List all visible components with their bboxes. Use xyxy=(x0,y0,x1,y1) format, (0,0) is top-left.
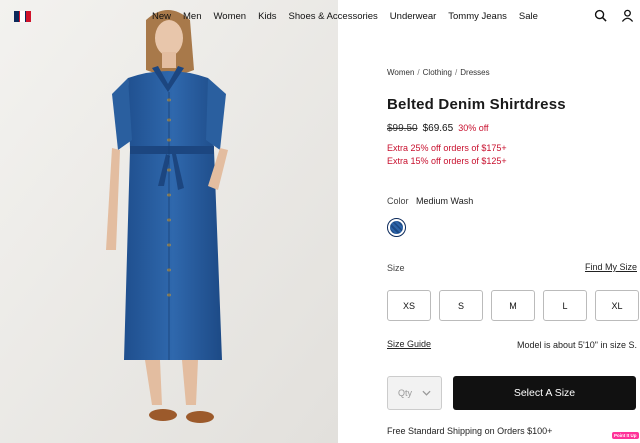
breadcrumb-item-women[interactable]: Women xyxy=(387,68,414,77)
size-option-xl[interactable]: XL xyxy=(595,290,639,321)
promo-message: Extra 25% off orders of $175+ xyxy=(387,143,507,153)
nav-item-kids[interactable]: Kids xyxy=(258,11,276,22)
quantity-placeholder: Qty xyxy=(398,388,413,398)
model-info: Model is about 5'10" in size S. xyxy=(517,340,637,350)
discount-label: 30% off xyxy=(458,123,489,133)
product-title: Belted Denim Shirtdress xyxy=(387,96,566,113)
chevron-down-icon xyxy=(422,390,431,396)
main-nav: New Men Women Kids Shoes & Accessories U… xyxy=(152,11,550,22)
color-label: Color xyxy=(387,196,409,206)
promo-message: Extra 15% off orders of $125+ xyxy=(387,156,507,166)
nav-item-new[interactable]: New xyxy=(152,11,171,22)
nav-item-sale[interactable]: Sale xyxy=(519,11,538,22)
nav-item-shoes-accessories[interactable]: Shoes & Accessories xyxy=(289,11,378,22)
price-row: $99.50 $69.65 30% off xyxy=(387,123,489,134)
breadcrumb: Women / Clothing / Dresses xyxy=(387,68,490,77)
nav-item-tommy-jeans[interactable]: Tommy Jeans xyxy=(448,11,507,22)
feedback-badge[interactable]: Point It Up xyxy=(612,432,639,439)
product-details-panel: Women / Clothing / Dresses Belted Denim Shir… xyxy=(387,0,639,443)
breadcrumb-item-dresses[interactable]: Dresses xyxy=(460,68,489,77)
color-swatch-medium-wash[interactable] xyxy=(387,218,406,237)
color-selector-label: Color Medium Wash xyxy=(387,196,473,206)
color-value: Medium Wash xyxy=(416,196,474,206)
nav-item-women[interactable]: Women xyxy=(214,11,247,22)
breadcrumb-item-clothing[interactable]: Clothing xyxy=(423,68,452,77)
search-icon[interactable] xyxy=(594,9,607,22)
size-option-l[interactable]: L xyxy=(543,290,587,321)
shipping-message: Free Standard Shipping on Orders $100+ xyxy=(387,426,553,436)
quantity-select[interactable]: Qty xyxy=(387,376,442,410)
nav-item-men[interactable]: Men xyxy=(183,11,201,22)
user-icon[interactable] xyxy=(621,9,634,22)
size-option-s[interactable]: S xyxy=(439,290,483,321)
size-options: XS S M L XL xyxy=(387,290,639,321)
select-size-button[interactable]: Select A Size xyxy=(453,376,636,410)
size-guide-link[interactable]: Size Guide xyxy=(387,339,431,349)
site-header: New Men Women Kids Shoes & Accessories U… xyxy=(0,0,640,34)
nav-item-underwear[interactable]: Underwear xyxy=(390,11,436,22)
original-price: $99.50 xyxy=(387,123,418,134)
brand-logo[interactable] xyxy=(14,11,31,22)
size-label: Size xyxy=(387,263,405,273)
find-my-size-link[interactable]: Find My Size xyxy=(585,262,637,272)
size-option-m[interactable]: M xyxy=(491,290,535,321)
size-option-xs[interactable]: XS xyxy=(387,290,431,321)
product-image[interactable] xyxy=(0,0,338,443)
sale-price: $69.65 xyxy=(422,123,454,134)
header-icons xyxy=(594,9,634,22)
